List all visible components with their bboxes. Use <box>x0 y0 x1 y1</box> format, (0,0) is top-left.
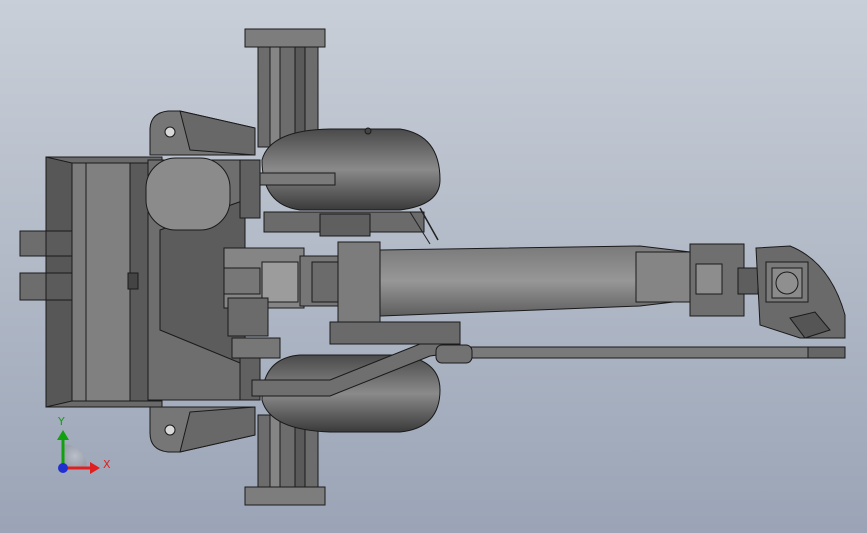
axle-top <box>244 28 326 48</box>
axle-bottom <box>244 486 326 506</box>
wheel-top <box>261 128 441 211</box>
cad-graphics-viewport[interactable]: Y X <box>0 0 867 533</box>
triad-z-axis <box>58 463 68 473</box>
cradle-round-housing <box>145 157 231 231</box>
triad-x-label: X <box>103 458 111 471</box>
recoil-mechanism <box>337 241 381 329</box>
triad-y-label: Y <box>58 415 65 428</box>
model-canvas[interactable] <box>0 0 867 533</box>
trail-rod <box>464 346 846 359</box>
